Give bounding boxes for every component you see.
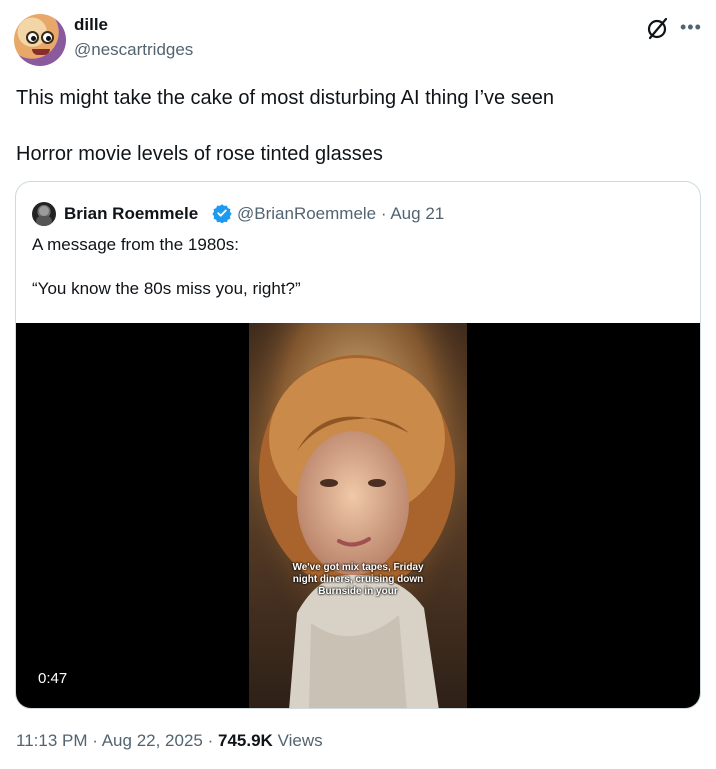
tweet-text: This might take the cake of most disturb…: [16, 85, 696, 167]
tweet-time[interactable]: 11:13 PM: [16, 731, 88, 750]
avatar-mouth: [32, 49, 50, 55]
quoted-text: A message from the 1980s: “You know the …: [32, 234, 692, 300]
avatar-eye-right: [41, 31, 54, 44]
quoted-meta: @BrianRoemmele · Aug 21: [237, 204, 444, 224]
views-count[interactable]: 745.9K: [218, 731, 273, 750]
avatar-eye-left: [26, 31, 39, 44]
author-avatar[interactable]: [14, 14, 66, 66]
quoted-line-1: A message from the 1980s:: [32, 235, 239, 254]
video-player[interactable]: We've got mix tapes, Friday night diners…: [16, 323, 700, 708]
quoted-author-avatar[interactable]: [32, 202, 56, 226]
grok-icon[interactable]: [645, 16, 669, 40]
tweet-date[interactable]: Aug 22, 2025: [102, 731, 203, 750]
footer-separator: ·: [207, 731, 214, 750]
quoted-tweet[interactable]: Brian Roemmele @BrianRoemmele · Aug 21 A…: [15, 181, 701, 709]
video-duration: 0:47: [30, 666, 76, 691]
quoted-author-handle[interactable]: @BrianRoemmele: [237, 204, 376, 223]
tweet-line-1: This might take the cake of most disturb…: [16, 87, 555, 109]
views-label: Views: [277, 731, 323, 750]
author-handle[interactable]: @nescartridges: [74, 40, 193, 60]
quoted-date[interactable]: Aug 21: [390, 204, 444, 223]
video-caption: We've got mix tapes, Friday night diners…: [292, 562, 424, 597]
tweet-footer: 11:13 PM · Aug 22, 2025 · 745.9K Views: [16, 731, 323, 751]
tweet-line-2: Horror movie levels of rose tinted glass…: [16, 143, 383, 165]
quoted-author-name[interactable]: Brian Roemmele: [64, 204, 198, 224]
verified-badge-icon: [212, 204, 232, 223]
meta-separator: ·: [380, 204, 387, 223]
quoted-line-2: “You know the 80s miss you, right?”: [32, 279, 301, 298]
author-name[interactable]: dille: [74, 15, 108, 35]
more-icon[interactable]: •••: [680, 17, 702, 38]
video-frame: We've got mix tapes, Friday night diners…: [249, 323, 467, 708]
footer-separator: ·: [92, 731, 98, 750]
